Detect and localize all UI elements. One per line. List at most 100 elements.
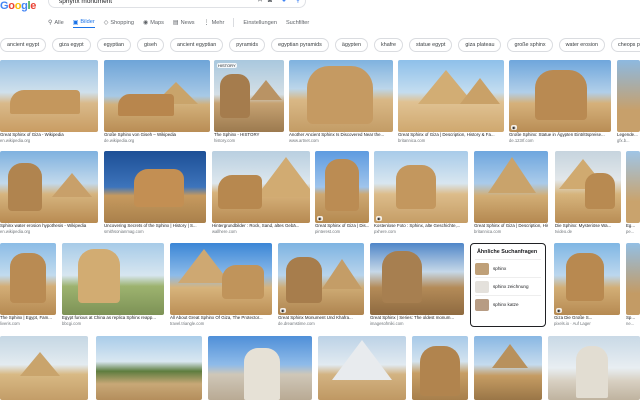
image-result[interactable]: ◉ Great Sphinx of Giza | Dis... pinteres…: [315, 151, 369, 237]
image-thumbnail[interactable]: ◉: [315, 151, 369, 223]
image-thumbnail[interactable]: [0, 243, 56, 315]
image-thumbnail[interactable]: [96, 336, 202, 400]
tab-maps[interactable]: ◉ Maps: [143, 17, 164, 28]
image-thumbnail[interactable]: ◉: [509, 60, 611, 132]
image-result[interactable]: Great Sphinx of Giza | Description, Hist…: [398, 60, 504, 146]
pyramid-image: [488, 157, 536, 193]
image-result[interactable]: Uncovering Secrets of the Sphinx | Histo…: [104, 151, 206, 237]
related-search-item[interactable]: sphinx katze: [475, 295, 541, 313]
image-thumbnail[interactable]: [208, 336, 312, 400]
image-result[interactable]: ◉ Giza Die Große S... pixels.io · Auf La…: [554, 243, 620, 329]
image-thumbnail[interactable]: [626, 151, 640, 223]
tab-bilder[interactable]: ▣ Bilder: [72, 17, 95, 28]
image-result[interactable]: Another Ancient Sphinx Is Discovered Nea…: [289, 60, 393, 146]
chip[interactable]: ancient egyptian: [169, 38, 224, 52]
tab-news[interactable]: ▤ News: [173, 17, 195, 28]
related-search-item[interactable]: sphinx: [475, 259, 541, 277]
image-result[interactable]: [96, 336, 202, 400]
chip[interactable]: ägypten: [334, 38, 369, 52]
search-input[interactable]: [59, 0, 249, 7]
image-thumbnail[interactable]: HISTORY: [214, 60, 284, 132]
chip[interactable]: cheops pyramide: [611, 38, 640, 52]
search-icon[interactable]: ⚲: [293, 0, 303, 6]
sphinx-image: [396, 165, 436, 209]
microphone-icon[interactable]: ●: [279, 0, 289, 6]
tab-suchfilter[interactable]: Suchfilter: [286, 17, 309, 28]
statue-image: [244, 348, 280, 400]
chip[interactable]: giza egypt: [52, 38, 91, 52]
chip[interactable]: pyramids: [229, 38, 266, 52]
image-thumbnail[interactable]: [398, 60, 504, 132]
chip[interactable]: giza plateau: [458, 38, 502, 52]
image-thumbnail[interactable]: [370, 243, 464, 315]
image-result[interactable]: HISTORY The Sphinx - HISTORY history.com: [214, 60, 284, 146]
camera-icon[interactable]: ◙: [265, 0, 275, 6]
image-result[interactable]: Egypt furious at China as replica Sphinx…: [62, 243, 164, 329]
image-thumbnail[interactable]: [555, 151, 621, 223]
image-result[interactable]: [208, 336, 312, 400]
image-thumbnail[interactable]: [617, 60, 640, 132]
chip[interactable]: ancient egypt: [0, 38, 47, 52]
image-thumbnail[interactable]: [104, 60, 210, 132]
image-result[interactable]: Sphinx water erosion hypothesis - Wikipe…: [0, 151, 98, 237]
image-thumbnail[interactable]: [0, 151, 98, 223]
sphinx-image: [286, 257, 322, 303]
image-thumbnail[interactable]: [412, 336, 468, 400]
chip[interactable]: egyptian: [96, 38, 132, 52]
chip[interactable]: egyptian pyramids: [271, 38, 329, 52]
image-thumbnail[interactable]: [104, 151, 206, 223]
chip[interactable]: giseh: [137, 38, 164, 52]
image-result[interactable]: Sp... ne...: [626, 243, 640, 329]
image-thumbnail[interactable]: [548, 336, 640, 400]
image-result[interactable]: Great Sphinx | Series: The oldest monum.…: [370, 243, 464, 329]
chip[interactable]: water erosion: [558, 38, 605, 52]
image-result[interactable]: Die Sphinx: Mysteriöse Wa... tvideo.de: [555, 151, 621, 237]
chip[interactable]: große sphinx: [507, 38, 553, 52]
image-result[interactable]: Legende... gfx.b...: [617, 60, 640, 146]
image-result[interactable]: Eg... pe...: [626, 151, 640, 237]
image-result[interactable]: Great Sphinx of Giza | Description, Hist…: [474, 151, 548, 237]
result-source: smithsonianmag.com: [104, 229, 144, 234]
google-logo[interactable]: Google: [0, 0, 36, 12]
image-thumbnail[interactable]: [0, 336, 88, 400]
image-result[interactable]: Great Sphinx of Giza - Wikipedia en.wiki…: [0, 60, 98, 146]
image-result[interactable]: ◉ Great Sphinx Monument Und Khafra... de…: [278, 243, 364, 329]
image-thumbnail[interactable]: [289, 60, 393, 132]
result-source: imagesofmiki.com: [370, 321, 404, 326]
chip[interactable]: khafre: [374, 38, 403, 52]
product-badge: ◉: [317, 216, 323, 221]
image-result[interactable]: The Sphinx | Egypt, Fam... liveris.com: [0, 243, 56, 329]
image-thumbnail[interactable]: ◉: [278, 243, 364, 315]
tab-shopping[interactable]: ◇ Shopping: [104, 17, 134, 28]
image-result[interactable]: ◉ Große Sphinx: Statue in Ägypten Eintri…: [509, 60, 611, 146]
tab-mehr[interactable]: ⋮ Mehr: [204, 17, 225, 28]
search-box[interactable]: ✕ ◙ ● ⚲: [48, 0, 306, 8]
clear-icon[interactable]: ✕: [255, 0, 265, 6]
related-search-item[interactable]: sphinx zeichnung: [475, 277, 541, 295]
image-result[interactable]: [474, 336, 542, 400]
image-thumbnail[interactable]: [212, 151, 310, 223]
image-result[interactable]: Hintergrundbilder : Rock, Sand, altes Ge…: [212, 151, 310, 237]
image-result[interactable]: [318, 336, 406, 400]
search-tabs: ⚲ Alle ▣ Bilder ◇ Shopping ◉ Maps ▤ News ⋮ Meh…: [48, 17, 318, 28]
tab-einstellungen[interactable]: Einstellungen: [243, 17, 277, 28]
image-thumbnail[interactable]: [474, 336, 542, 400]
image-thumbnail[interactable]: ◉: [554, 243, 620, 315]
image-thumbnail[interactable]: [62, 243, 164, 315]
image-result[interactable]: Große Sphinx von Giseh – Wikipedia de.wi…: [104, 60, 210, 146]
image-thumbnail[interactable]: ◉: [374, 151, 468, 223]
image-result[interactable]: ◉ Kostenlose Foto : Sphinx, alte Geschic…: [374, 151, 468, 237]
image-result[interactable]: [0, 336, 88, 400]
image-result[interactable]: All About Great Sphinx Of Giza, The Prot…: [170, 243, 272, 329]
image-thumbnail[interactable]: [474, 151, 548, 223]
image-thumbnail[interactable]: [170, 243, 272, 315]
image-result[interactable]: [548, 336, 640, 400]
image-thumbnail[interactable]: [318, 336, 406, 400]
result-source: gfx.b...: [617, 138, 630, 143]
tab-alle[interactable]: ⚲ Alle: [48, 17, 64, 28]
image-result[interactable]: [412, 336, 468, 400]
chip[interactable]: statue egypt: [409, 38, 453, 52]
image-thumbnail[interactable]: [0, 60, 98, 132]
result-source: bbcgi.com: [62, 321, 82, 326]
image-thumbnail[interactable]: [626, 243, 640, 315]
